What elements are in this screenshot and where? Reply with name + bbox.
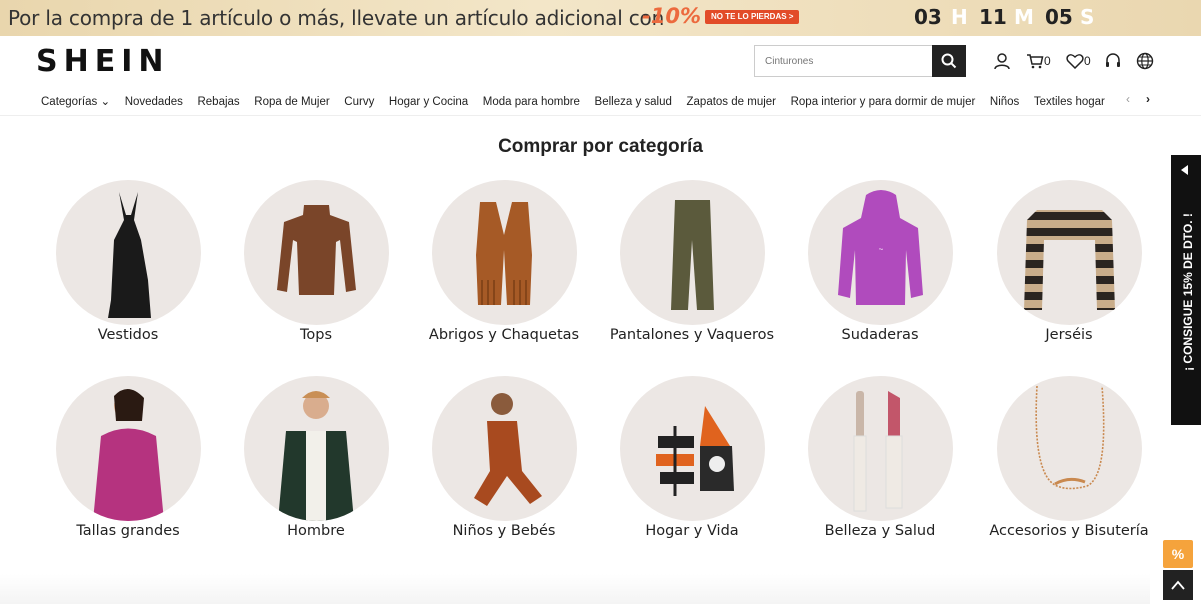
category-label: Niños y Bebés <box>452 523 556 539</box>
caret-left-icon <box>1181 165 1188 175</box>
section-title: Comprar por categoría <box>498 136 703 157</box>
category-image-abrigos <box>431 180 577 325</box>
nav-item-zapatos-de-mujer[interactable]: Zapatos de mujer <box>687 96 777 108</box>
category-label: Pantalones y Vaqueros <box>609 327 775 343</box>
svg-text:~: ~ <box>878 245 883 254</box>
discount-badge-button[interactable]: % <box>1163 540 1193 568</box>
promo-cta-button[interactable]: NO TE LO PIERDAS > <box>705 10 800 24</box>
logo[interactable]: SHEIN <box>36 44 169 79</box>
countdown-hours-unit: H <box>951 5 968 29</box>
account-button[interactable] <box>993 51 1011 71</box>
category-card-hombre[interactable]: Hombre <box>221 376 411 538</box>
nav-item-novedades[interactable]: Novedades <box>125 96 183 108</box>
promo-percent: -10% <box>642 4 701 28</box>
category-label: Accesorios y Bisutería <box>989 523 1149 539</box>
nav-prev-button[interactable]: ‹ <box>1126 92 1130 106</box>
nav-item-categorias[interactable]: Categorías ⌄ <box>41 94 110 108</box>
globe-icon <box>1136 52 1154 70</box>
site-header: SHEIN 0 0 <box>0 36 1201 86</box>
category-image-hogar <box>619 376 765 521</box>
category-label: Vestidos <box>97 327 159 343</box>
category-image-belleza <box>807 376 953 521</box>
nav-item-ropa-interior[interactable]: Ropa interior y para dormir de mujer <box>791 96 976 108</box>
nav-item-moda-para-hombre[interactable]: Moda para hombre <box>483 96 580 108</box>
category-image-ninos <box>431 376 577 521</box>
category-image-sudaderas: ~ <box>807 180 953 325</box>
category-label: Jerséis <box>1045 327 1093 343</box>
category-label: Sudaderas <box>841 327 919 343</box>
category-image-vestidos <box>55 180 201 325</box>
user-icon <box>994 53 1010 70</box>
search-input[interactable] <box>755 46 933 76</box>
category-card-abrigos[interactable]: Abrigos y Chaquetas <box>409 180 599 342</box>
wishlist-button[interactable]: 0 <box>1066 51 1091 71</box>
nav-item-textiles-hogar[interactable]: Textiles hogar <box>1034 96 1105 108</box>
search-icon <box>941 53 957 69</box>
support-button[interactable] <box>1104 51 1122 71</box>
wishlist-count: 0 <box>1084 54 1091 68</box>
nav-items: Categorías ⌄ Novedades Rebajas Ropa de Muje… <box>41 94 1117 108</box>
category-card-tallas-grandes[interactable]: Tallas grandes <box>33 376 223 538</box>
nav-item-curvy[interactable]: Curvy <box>344 96 374 108</box>
nav-next-button[interactable]: › <box>1146 92 1150 106</box>
category-label: Tallas grandes <box>76 523 180 539</box>
promo-text: Por la compra de 1 artículo o más, lleva… <box>8 6 665 30</box>
countdown-minutes-unit: M <box>1014 5 1034 29</box>
cart-icon <box>1027 54 1044 69</box>
side-discount-tab[interactable]: ¡ CONSIGUE 15% DE DTO. ! <box>1171 155 1201 425</box>
language-button[interactable] <box>1136 51 1154 71</box>
category-card-belleza[interactable]: Belleza y Salud <box>785 376 975 538</box>
bottom-shade <box>0 574 1150 604</box>
nav-item-hogar-y-cocina[interactable]: Hogar y Cocina <box>389 96 468 108</box>
category-card-ninos[interactable]: Niños y Bebés <box>409 376 599 538</box>
category-image-tallas-grandes <box>55 376 201 521</box>
category-image-hombre <box>243 376 389 521</box>
category-image-pantalones <box>619 180 765 325</box>
side-tab-text: ¡ CONSIGUE 15% DE DTO. ! <box>1181 213 1195 371</box>
category-image-accesorios <box>996 376 1142 521</box>
countdown-minutes: 11 <box>979 5 1007 29</box>
nav-item-ninos[interactable]: Niños <box>990 96 1019 108</box>
search-bar <box>754 45 966 77</box>
nav-item-belleza-y-salud[interactable]: Belleza y salud <box>595 96 672 108</box>
category-card-sudaderas[interactable]: ~ Sudaderas <box>785 180 975 342</box>
category-card-vestidos[interactable]: Vestidos <box>33 180 223 342</box>
category-card-pantalones[interactable]: Pantalones y Vaqueros <box>597 180 787 342</box>
category-card-jerseis[interactable]: Jerséis <box>974 180 1164 342</box>
category-card-accesorios[interactable]: Accesorios y Bisutería <box>974 376 1164 538</box>
chevron-up-icon <box>1171 580 1185 590</box>
countdown-hours: 03 <box>914 5 942 29</box>
cart-count: 0 <box>1044 54 1051 68</box>
category-card-hogar[interactable]: Hogar y Vida <box>597 376 787 538</box>
category-label: Tops <box>299 327 333 343</box>
category-label: Hombre <box>287 523 345 539</box>
cart-button[interactable]: 0 <box>1026 51 1051 71</box>
category-label: Belleza y Salud <box>824 523 936 539</box>
heart-icon <box>1066 54 1084 69</box>
category-label: Abrigos y Chaquetas <box>428 327 580 343</box>
category-card-tops[interactable]: Tops <box>221 180 411 342</box>
headset-icon <box>1106 53 1120 67</box>
countdown-seconds-unit: S <box>1080 5 1095 29</box>
category-image-jerseis <box>996 180 1142 325</box>
countdown-seconds: 05 <box>1045 5 1073 29</box>
search-button[interactable] <box>932 45 966 77</box>
back-to-top-button[interactable] <box>1163 570 1193 600</box>
category-nav: Categorías ⌄ Novedades Rebajas Ropa de Muje… <box>0 86 1201 116</box>
promo-banner[interactable]: Por la compra de 1 artículo o más, lleva… <box>0 0 1201 36</box>
category-image-tops <box>243 180 389 325</box>
nav-item-rebajas[interactable]: Rebajas <box>197 96 239 108</box>
nav-item-ropa-de-mujer[interactable]: Ropa de Mujer <box>254 96 329 108</box>
category-label: Hogar y Vida <box>645 523 739 539</box>
